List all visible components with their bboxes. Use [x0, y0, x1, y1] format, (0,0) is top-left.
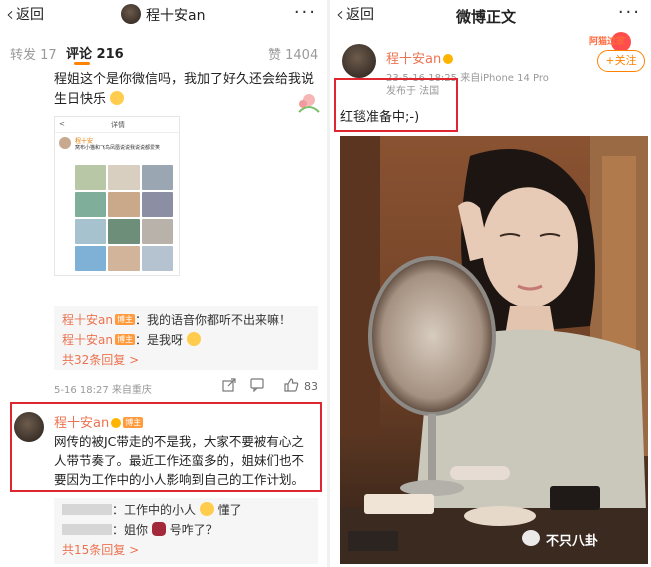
more-icon[interactable]: ···: [618, 2, 641, 23]
blurred-name: [62, 504, 112, 515]
comment-meta: 5-16 18:27 来自重庆: [54, 385, 152, 396]
tab-underline: [74, 62, 90, 65]
embed-photo: [75, 192, 107, 217]
decoration-label: 阿猫过家: [588, 37, 625, 47]
user-name[interactable]: 程十安an: [146, 5, 205, 25]
embed-avatar: [59, 137, 71, 149]
list-item[interactable]: 程十安an 博主 ：是我呀: [62, 330, 310, 350]
chevron-left-icon: ‹: [6, 2, 14, 26]
follow-button[interactable]: +关注: [597, 50, 645, 72]
page-title: 微博正文: [456, 8, 517, 26]
post-author[interactable]: 程十安an: [386, 48, 454, 67]
embed-photo: [108, 246, 140, 271]
highlight-text: 网传的被JC带走的不是我，大家不要被有心之人带节奏了。最近工作还蛮多的，姐妹们也…: [54, 434, 305, 487]
embed-photo: [141, 165, 173, 190]
list-item[interactable]: ：姐你 号咋了？: [62, 520, 310, 540]
tab-comment[interactable]: 评论 216: [66, 43, 124, 62]
embed-photo: [75, 246, 107, 271]
reply-list: 程十安an 博主 ：我的语音你都听不出来嘛！ 程十安an 博主 ：是我呀 共32条回复 …: [54, 306, 318, 370]
laugh-emoji-icon: [199, 502, 214, 516]
comment-body: 程姐这个是你微信吗，我加了好久还会给我说生日快乐: [54, 72, 315, 107]
embed-photo-grid: [75, 165, 173, 271]
more-replies-link[interactable]: 共15条回复 >: [62, 540, 310, 560]
post-text: 红毯准备中;-): [340, 110, 420, 125]
watermark: 不只八卦: [546, 534, 599, 549]
reply-text: ：我的语音你都听不出来嘛！: [134, 313, 291, 327]
eggplant-emoji-icon: [151, 522, 166, 536]
right-nav-bar: ‹ 返回 微博正文 ···: [330, 0, 651, 30]
wechat-logo-icon: [522, 530, 540, 546]
tabs: 转发 17 评论 216 赞 1404: [0, 38, 327, 65]
highlight-author-name[interactable]: 程十安an: [54, 416, 109, 431]
back-label: 返回: [346, 7, 374, 23]
reply-name[interactable]: 程十安an: [62, 333, 113, 347]
portrait-illustration: [340, 136, 648, 564]
comment-actions: 83: [222, 378, 322, 396]
embed-photo: [141, 219, 173, 244]
avatar[interactable]: [14, 412, 44, 442]
reply-name[interactable]: 程十安an: [62, 313, 113, 327]
embed-photo: [108, 219, 140, 244]
smile-emoji-icon: [186, 332, 201, 346]
embed-title: 详情: [111, 121, 125, 129]
reply-suffix: 懂了: [217, 503, 242, 517]
post-photo[interactable]: [340, 136, 648, 564]
embed-photo: [141, 246, 173, 271]
author-badge: 博主: [114, 314, 135, 325]
back-label: 返回: [16, 7, 44, 23]
sub-reply-list: ：工作中的小人 懂了 ：姐你 号咋了？ 共15条回复 >: [54, 498, 318, 564]
like-icon[interactable]: [284, 378, 299, 392]
highlight-author[interactable]: 程十安an 博主: [54, 412, 144, 431]
embed-photo: [141, 192, 173, 217]
tab-repost[interactable]: 转发 17: [10, 44, 57, 63]
verified-icon: [111, 418, 122, 428]
avatar[interactable]: [121, 4, 141, 24]
reply-text: ：工作中的小人: [112, 503, 197, 517]
like-count: 83: [304, 380, 318, 393]
tab-like[interactable]: 赞 1404: [268, 44, 318, 63]
blurred-name: [62, 524, 112, 535]
list-item[interactable]: ：工作中的小人 懂了: [62, 500, 310, 520]
back-button[interactable]: ‹ 返回: [336, 4, 374, 24]
left-nav-bar: ‹ 返回 程十安an ···: [0, 0, 327, 30]
sad-emoji-icon: [110, 91, 125, 105]
embed-photo: [108, 192, 140, 217]
more-replies-link[interactable]: 共32条回复 >: [62, 350, 310, 370]
embed-moment: 程十安 窝布小猫和飞鸟凤凰说说我说说都爱笑: [55, 133, 179, 155]
flower-sticker-icon: [298, 94, 320, 113]
embed-photo: [75, 219, 107, 244]
share-icon[interactable]: [222, 378, 236, 392]
avatar[interactable]: [342, 44, 376, 78]
comment-text: 程姐这个是你微信吗，我加了好久还会给我说生日快乐: [54, 70, 316, 110]
embed-photo: [75, 165, 107, 190]
reply-text: ：姐你: [112, 523, 149, 537]
author-badge: 博主: [123, 417, 144, 428]
author-badge: 博主: [114, 334, 135, 345]
back-button[interactable]: ‹ 返回: [6, 4, 44, 24]
chevron-left-icon: ‹: [336, 2, 344, 26]
post-author-name[interactable]: 程十安an: [386, 52, 441, 67]
embed-text: 窝布小猫和飞鸟凤凰说说我说说都爱笑: [75, 145, 161, 151]
right-panel: ‹ 返回 微博正文 ··· 阿猫过家 程十安an 23-5-16 18:25 来…: [330, 0, 651, 567]
list-item[interactable]: 程十安an 博主 ：我的语音你都听不出来嘛！: [62, 310, 310, 330]
reply-text: ：是我呀: [134, 333, 183, 347]
verified-icon: [443, 54, 454, 64]
left-panel: ‹ 返回 程十安an ··· 转发 17 评论 216 赞 1404 程姐这个是…: [0, 0, 327, 567]
embed-photo: [108, 165, 140, 190]
comment-icon[interactable]: [250, 378, 264, 392]
more-icon[interactable]: ···: [294, 2, 317, 23]
embed-nav: < 详情: [55, 117, 179, 133]
embedded-screenshot[interactable]: < 详情 程十安 窝布小猫和飞鸟凤凰说说我说说都爱笑: [54, 116, 180, 276]
embed-back: <: [59, 120, 65, 128]
reply-suffix: 号咋了？: [169, 523, 218, 537]
